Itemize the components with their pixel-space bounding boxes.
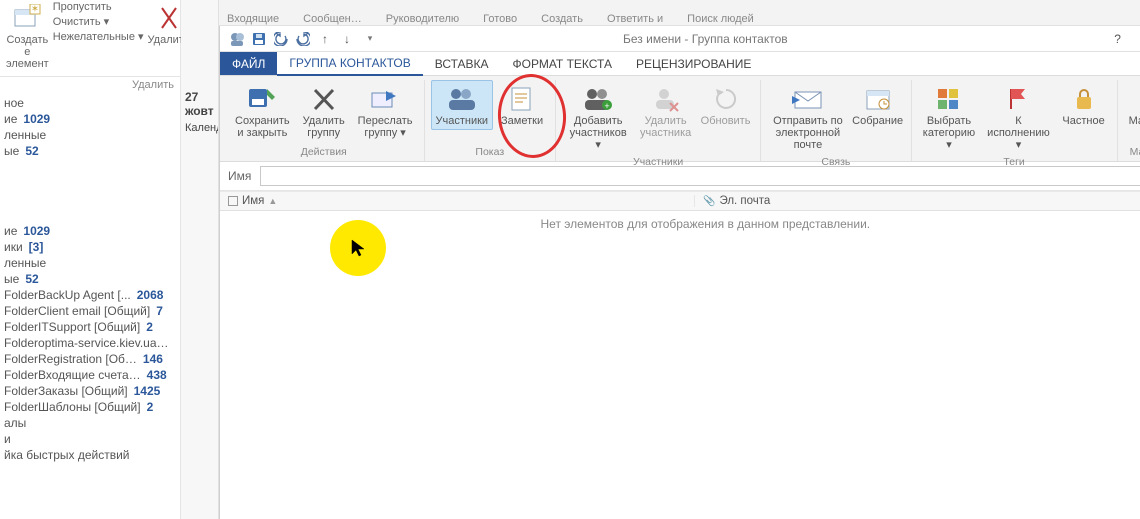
folder-item[interactable]: FolderRegistration [Об…146 — [0, 351, 180, 367]
quick-access-toolbar: ↑ ↓ Без имени - Группа контактов ? — — [220, 26, 1140, 52]
qat-more-icon[interactable] — [358, 28, 380, 50]
group-tags: Выбрать категорию ▾ К исполнению ▾ Частн… — [912, 80, 1118, 161]
private-button[interactable]: Частное — [1057, 80, 1111, 130]
flag-icon — [1007, 83, 1029, 115]
lock-icon — [1073, 83, 1095, 115]
ribbon: Сохранить и закрыть Удалить группу Перес… — [220, 76, 1140, 162]
col-name-header[interactable]: Имя ▲ — [220, 195, 695, 207]
prev-icon[interactable]: ↑ — [314, 28, 336, 50]
tab-contact-group[interactable]: ГРУППА КОНТАКТОВ — [277, 52, 422, 76]
tab-insert[interactable]: ВСТАВКА — [423, 52, 501, 75]
tab-format[interactable]: ФОРМАТ ТЕКСТА — [501, 52, 624, 75]
col-email-header[interactable]: 📎 Эл. почта — [695, 195, 778, 207]
folder-item[interactable]: FolderITSupport [Общий]2 — [0, 319, 180, 335]
delete-group-icon — [311, 83, 337, 115]
sort-asc-icon: ▲ — [268, 196, 277, 206]
background-ribbon: ВходящиеСообщен…РуководителюГотовоСоздат… — [219, 0, 1140, 26]
folder-item[interactable]: FolderClient email [Общий]7 — [0, 303, 180, 319]
add-members-icon: + — [582, 83, 614, 115]
next-icon[interactable]: ↓ — [336, 28, 358, 50]
meeting-button[interactable]: Собрание — [851, 80, 905, 130]
cursor-highlight — [330, 220, 386, 276]
members-button[interactable]: Участники — [431, 80, 494, 130]
svg-text:✶: ✶ — [31, 4, 39, 15]
delete-group-button[interactable]: Удалить группу — [297, 80, 351, 142]
calendar-date: 27 жовт — [181, 88, 218, 120]
folder-item[interactable]: FolderЗаказы [Общий]1425 — [0, 383, 180, 399]
folder-item[interactable]: ые52 — [0, 271, 180, 287]
add-members-button[interactable]: + Добавить участников ▾ — [562, 80, 634, 154]
remove-member-button: Удалить участника — [636, 80, 695, 142]
folder-item[interactable]: ное — [0, 95, 180, 111]
refresh-icon — [712, 83, 740, 115]
folder-item[interactable]: йка быстрых действий — [0, 447, 180, 463]
name-label: Имя — [228, 169, 260, 183]
group-name-input[interactable] — [260, 166, 1140, 186]
group-participants: + Добавить участников ▾ Удалить участник… — [556, 80, 761, 161]
svg-text:+: + — [605, 101, 610, 111]
save-icon[interactable] — [248, 28, 270, 50]
checkbox-icon — [228, 196, 238, 206]
folder-item[interactable]: Folderoptima-service.kiev.ua… — [0, 335, 180, 351]
categorize-icon — [935, 83, 963, 115]
new-item-icon: ✶ — [11, 2, 43, 34]
categorize-button[interactable]: Выбрать категорию ▾ — [918, 80, 981, 154]
name-bar: Имя — [220, 162, 1140, 191]
zoom-button[interactable]: Масштаб — [1124, 80, 1140, 130]
send-email-icon — [792, 83, 824, 115]
remove-member-icon — [652, 83, 680, 115]
folder-item[interactable]: ики[3] — [0, 239, 180, 255]
folder-item[interactable]: FolderBackUp Agent [...2068 — [0, 287, 180, 303]
group-zoom: Масштаб Масштаб — [1118, 80, 1140, 161]
notes-icon — [508, 83, 536, 115]
ignore-row[interactable]: Пропустить — [53, 0, 144, 14]
attachment-icon: 📎 — [703, 196, 715, 207]
send-email-button[interactable]: Отправить по электронной почте — [767, 80, 848, 154]
members-icon — [446, 83, 478, 115]
group-communicate: Отправить по электронной почте Собрание … — [761, 80, 911, 161]
folder-item[interactable]: ие1029 — [0, 111, 180, 127]
delete-icon — [153, 2, 185, 34]
calendar-label: Календа — [181, 120, 218, 136]
cleanup-row[interactable]: Очистить ▾ — [53, 14, 144, 29]
outlook-nav-panel: ✶ Создать е элемент Пропустить Очистить … — [0, 0, 181, 519]
followup-button[interactable]: К исполнению ▾ — [982, 80, 1054, 154]
calendar-peek: 27 жовт Календа — [181, 0, 219, 519]
folder-item[interactable]: FolderВходящие счета…438 — [0, 367, 180, 383]
members-list-header: Имя ▲ 📎 Эл. почта — [220, 191, 1140, 211]
folder-item[interactable]: алы — [0, 415, 180, 431]
cursor-icon — [351, 239, 365, 257]
new-item-button[interactable]: ✶ Создать е элемент — [2, 0, 53, 72]
delete-group-label: Удалить — [0, 77, 180, 93]
help-icon[interactable]: ? — [1107, 28, 1129, 50]
junk-row[interactable]: Нежелательные ▾ — [53, 29, 144, 44]
folder-item[interactable]: ые52 — [0, 143, 180, 159]
redo-icon[interactable] — [292, 28, 314, 50]
folder-item[interactable]: ленные — [0, 127, 180, 143]
group-show: Участники Заметки Показ — [425, 80, 557, 161]
forward-group-button[interactable]: Переслать группу ▾ — [353, 80, 418, 142]
meeting-icon — [864, 83, 892, 115]
save-and-close-button[interactable]: Сохранить и закрыть — [230, 80, 295, 142]
tab-review[interactable]: РЕЦЕНЗИРОВАНИЕ — [624, 52, 763, 75]
tab-file[interactable]: ФАЙЛ — [220, 52, 277, 75]
save-close-icon — [247, 83, 277, 115]
folder-item[interactable]: ие1029 — [0, 223, 180, 239]
notes-button[interactable]: Заметки — [495, 80, 549, 130]
folder-item[interactable]: FolderШаблоны [Общий]2 — [0, 399, 180, 415]
app-icon — [226, 28, 248, 50]
ribbon-tabs: ФАЙЛ ГРУППА КОНТАКТОВ ВСТАВКА ФОРМАТ ТЕК… — [220, 52, 1140, 76]
ribbon-options-icon[interactable] — [1135, 28, 1140, 50]
folder-item[interactable]: ленные — [0, 255, 180, 271]
folder-item[interactable]: и — [0, 431, 180, 447]
group-actions: Сохранить и закрыть Удалить группу Перес… — [224, 80, 425, 161]
forward-group-icon — [370, 83, 400, 115]
refresh-button: Обновить — [697, 80, 754, 130]
undo-icon[interactable] — [270, 28, 292, 50]
